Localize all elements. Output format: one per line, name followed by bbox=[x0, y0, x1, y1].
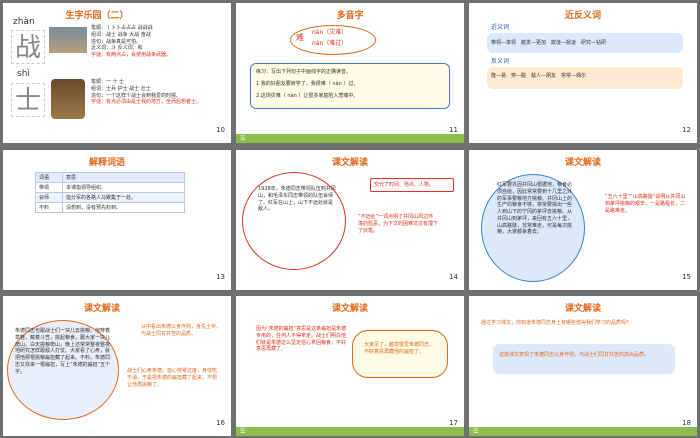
slide-title: 课文解读 bbox=[83, 304, 120, 314]
slide-number: 15 bbox=[682, 273, 691, 281]
row-meaning: 没想到，没有预先料到。 bbox=[61, 202, 186, 213]
zhan-line-5: 字谜：有两点占，会使用战争武器。 bbox=[91, 52, 172, 58]
head-meaning: 意思 bbox=[61, 172, 186, 183]
reading-1: nàn（灾难） bbox=[312, 29, 348, 36]
note-2: “不远处”一词点明了井冈山周边环境的险恶，为下文的困难坑坑有埋下了伏笔。 bbox=[358, 214, 439, 234]
slide-number: 16 bbox=[216, 419, 225, 427]
slide-15[interactable]: 课文解读 红军要巩固井冈山根据地，粮食必须自给，因此常常要到十几里之外的军事要粮… bbox=[469, 150, 697, 290]
slide-title: 多音字 bbox=[336, 11, 364, 21]
zhan-line-2: 组词：战士 战争 大战 奋战 bbox=[91, 31, 151, 38]
slide-12[interactable]: 近反义词 近义词 带领—率领 越发—更加 欺凌—掀凌 研究—钻研 反义词 隆—易… bbox=[469, 3, 697, 143]
slide-title: 解释词语 bbox=[88, 158, 125, 168]
answer: 这篇课文表现了朱德同志以身作则，与战士们同甘共苦的高尚品质。 bbox=[499, 352, 650, 358]
slide-title: 课文解读 bbox=[331, 304, 368, 314]
slide-number: 10 bbox=[216, 126, 225, 134]
row-word: 会师 bbox=[35, 192, 63, 203]
slide-14[interactable]: 课文解读 1928年，朱德同志带领队伍到井冈山，和毛泽东同志带领的队伍会师了。红… bbox=[236, 150, 464, 290]
slide-17[interactable]: 课文解读 因为“朱德的扁担”意思是这条扁担是朱德专用的，任何人不得拿走。战士们明… bbox=[236, 296, 464, 436]
antonym-text: 隆—易 穿—脱 敌人—朋友 常常—偶尔 bbox=[491, 73, 587, 79]
slide-18[interactable]: 课文解读 通过学习课文，你知道朱德同志身上有哪些值得我们学习的品质吗？ 这篇课文… bbox=[469, 296, 697, 436]
note-2: 战士们心疼朱德，担心劳累过度，身体吃不消，于是把朱德的扁担藏了起来，不想让他再挑… bbox=[127, 368, 218, 388]
soldier-image bbox=[51, 79, 85, 119]
slide-title: 近反义词 bbox=[564, 11, 601, 21]
exercise-s1: 1.我的好朋友要转学了，我很难（ nán ）过。 bbox=[256, 81, 359, 87]
row-meaning: 本课指领导组织。 bbox=[61, 182, 186, 193]
slide-11[interactable]: 多音字 难 nàn（灾难） nán（难过） 练习：写出下列句子中画线字的正确读音… bbox=[236, 3, 464, 143]
zhan-line-1: 笔顺：丨卜卜占占占 战战战 bbox=[91, 25, 153, 31]
slide-title: 生字乐园（二） bbox=[65, 11, 129, 21]
passage-text: 1928年，朱德同志带领队伍到井冈山，和毛泽东同志带领的队伍会师了。红军在山上，… bbox=[258, 186, 336, 213]
slide-13[interactable]: 解释词语 词语 意思 带领 本课指领导组织。 会师 指分军的各路人马聚集于一处。 不料… bbox=[3, 150, 231, 290]
shi-line-4: 字谜：有点必须由是士我的地方，坐而后想者士。 bbox=[91, 99, 202, 106]
word-table: 词语 意思 带领 本课指领导组织。 会师 指分军的各路人马聚集于一处。 不料 没想到，没… bbox=[35, 172, 186, 213]
slide-number: 14 bbox=[449, 273, 458, 281]
row-word: 带领 bbox=[35, 182, 63, 193]
answer-box bbox=[493, 344, 675, 374]
exercise-s2: 2.这场灾难（ nàn ）让很多家庭陷入悲痛中。 bbox=[256, 93, 359, 99]
slide-number: 12 bbox=[682, 126, 691, 134]
passage-text: 因为“朱德的扁担”意思是这条扁担是朱德专用的，任何人不得拿走。战士们明白他们就是… bbox=[256, 326, 347, 353]
slide-number: 17 bbox=[449, 419, 458, 427]
row-meaning: 指分军的各路人马聚集于一处。 bbox=[61, 192, 186, 203]
antonym-label: 反义词 bbox=[491, 58, 510, 65]
note-1: 从中看出朱德以身作则，身先士卒，与战士同甘共苦的品质。 bbox=[141, 324, 222, 337]
slide-number: 13 bbox=[216, 273, 225, 281]
exercise-task: 练习：写出下列句子中画线字的正确读音。 bbox=[256, 69, 352, 75]
slide-title: 课文解读 bbox=[331, 158, 368, 168]
shi-line-1: 笔顺：一 十 士 bbox=[91, 79, 125, 85]
warrior-image bbox=[49, 27, 87, 53]
slide-title: 课文解读 bbox=[564, 304, 601, 314]
slide-number: 11 bbox=[449, 126, 458, 134]
zhan-line-4: 近义词：斗 反义词：和 bbox=[91, 45, 143, 52]
slide-10[interactable]: 生字乐园（二） zhàn 战 shì 士 笔顺：丨卜卜占占占 战战战 组词：战士… bbox=[3, 3, 231, 143]
hanzi-zhan: 战 bbox=[11, 30, 45, 64]
note: 大家见了，越发敬爱朱德同志，不好意思再藏他的扁担了。 bbox=[364, 342, 435, 355]
note-1: 交代了时间、地点、人物。 bbox=[374, 182, 435, 188]
polyphone-char: 难 bbox=[296, 33, 304, 42]
reading-2: nán（难过） bbox=[312, 40, 348, 47]
passage-text: 红军要巩固井冈山根据地，粮食必须自给，因此常常要到十几里之外的军事要粮地方挑粮。… bbox=[497, 182, 573, 236]
shi-line-2: 组词：士兵 护士 战士 壮士 bbox=[91, 85, 151, 92]
question: 通过学习课文，你知道朱德同志身上有哪些值得我们学习的品质吗？ bbox=[481, 320, 632, 326]
row-word: 不料 bbox=[35, 202, 63, 213]
head-word: 词语 bbox=[35, 172, 63, 183]
note: “五六十里”“山高路陡”说明从井冈山到茅坪挑粮的艰辛，一是路程长，二是路难走。 bbox=[605, 194, 686, 214]
synonym-label: 近义词 bbox=[491, 24, 510, 31]
slide-title: 课文解读 bbox=[564, 158, 601, 168]
hanzi-shi: 士 bbox=[11, 83, 45, 117]
passage-text: 朱德同志也跟战士们一块儿去挑粮。他穿着草鞋，戴着斗笠，挑起粮食，跟大家一块儿爬山… bbox=[15, 328, 111, 375]
pinyin-shi: shì bbox=[17, 69, 30, 79]
slide-number: 18 bbox=[682, 419, 691, 427]
synonym-text: 带领—率领 越发—更加 欺凌—掀凌 研究—钻研 bbox=[491, 40, 607, 46]
slide-16[interactable]: 课文解读 朱德同志也跟战士们一块儿去挑粮。他穿着草鞋，戴着斗笠，挑起粮食，跟大家… bbox=[3, 296, 231, 436]
pinyin-zhan: zhàn bbox=[13, 17, 35, 27]
